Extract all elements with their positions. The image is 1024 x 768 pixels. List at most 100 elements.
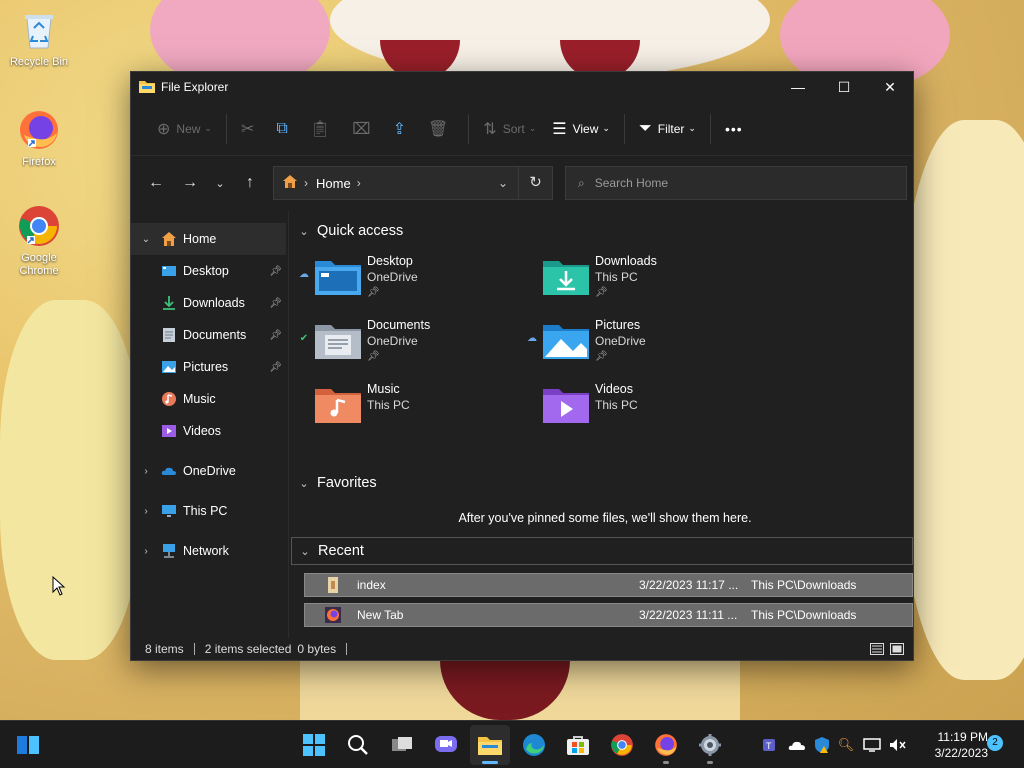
breadcrumb[interactable]: Home — [316, 176, 351, 191]
favorites-header[interactable]: ⌄ Favorites — [297, 469, 913, 497]
search-key-tray-icon[interactable]: 🔍︎ — [836, 735, 856, 755]
more-options-button[interactable]: ••• — [717, 113, 751, 145]
filter-button[interactable]: ⏷ Filter ⌄ — [631, 113, 704, 145]
taskbar-start-icon[interactable] — [294, 725, 334, 765]
sidebar-item-videos[interactable]: Videos — [131, 415, 288, 447]
expand-chevron-icon[interactable]: › — [139, 506, 153, 517]
pin-icon: 📌︎ — [367, 287, 380, 298]
sort-button[interactable]: ⇅ Sort ⌄ — [475, 113, 544, 145]
download-icon — [163, 296, 175, 310]
edge-icon[interactable] — [514, 725, 554, 765]
expand-chevron-icon[interactable]: › — [139, 466, 153, 477]
clock[interactable]: 11:19 PM 3/22/2023 — [916, 729, 988, 761]
quick-access-item[interactable]: ☁ Pictures OneDrive 📌︎ — [525, 317, 745, 373]
desktop-icon-recycle-bin[interactable]: Recycle Bin — [4, 8, 74, 69]
quick-access-header[interactable]: ⌄ Quick access — [297, 217, 913, 245]
new-button[interactable]: ⊕ New ⌄ — [149, 113, 220, 145]
taskbar-search-icon[interactable] — [338, 725, 378, 765]
sidebar-item-this-pc[interactable]: › This PC — [131, 495, 288, 527]
quick-access-item[interactable]: Downloads This PC 📌︎ — [525, 253, 745, 309]
close-button[interactable]: ✕ — [867, 72, 913, 102]
breadcrumb-separator-icon[interactable]: › — [357, 176, 361, 190]
quick-access-item[interactable]: ☁ Desktop OneDrive 📌︎ — [297, 253, 517, 309]
task-view-icon[interactable] — [382, 725, 422, 765]
file-explorer-window: File Explorer — ☐ ✕ ⊕ New ⌄ ✂ ⧉ 📋︎ ⌧ ⇪ 🗑… — [130, 71, 914, 661]
recent-header[interactable]: ⌄ Recent — [291, 537, 913, 565]
address-dropdown-icon[interactable]: ⌄ — [488, 176, 518, 190]
address-bar[interactable]: › Home › ⌄ ↻ — [273, 166, 553, 200]
cut-button[interactable]: ✂ — [233, 113, 268, 145]
sidebar-item-label: Desktop — [183, 264, 229, 278]
quick-access-item[interactable]: Videos This PC — [525, 381, 745, 437]
recent-locations-chevron-icon[interactable]: ⌄ — [205, 168, 235, 198]
quick-access-location: OneDrive — [595, 334, 646, 348]
synced-check-icon: ✔ — [299, 333, 309, 344]
maximize-button[interactable]: ☐ — [821, 72, 867, 102]
back-arrow-icon[interactable]: ← — [141, 168, 171, 198]
search-box[interactable]: ⌕ — [565, 166, 907, 200]
sidebar-item-pictures[interactable]: Pictures 📌︎ — [131, 351, 288, 383]
table-row[interactable]: index 3/22/2023 11:17 ... This PC\Downlo… — [304, 573, 913, 597]
desktop-icon-firefox[interactable]: Firefox — [4, 108, 74, 169]
forward-arrow-icon[interactable]: → — [175, 168, 205, 198]
expand-chevron-icon[interactable]: › — [139, 546, 153, 557]
quick-access-item[interactable]: ✔ Documents OneDrive 📌︎ — [297, 317, 517, 373]
title-bar[interactable]: File Explorer — ☐ ✕ — [131, 72, 913, 102]
selection-size: 0 bytes — [297, 642, 337, 656]
teams-tray-icon[interactable]: T — [762, 735, 782, 755]
chevron-down-icon: ⌄ — [204, 123, 212, 133]
videos-folder-icon — [543, 389, 589, 423]
firefox-icon[interactable] — [646, 725, 686, 765]
view-button[interactable]: ☰ View ⌄ — [544, 113, 618, 145]
quick-access-name: Downloads — [595, 254, 657, 268]
file-location: This PC\Downloads — [751, 608, 857, 622]
volume-muted-icon[interactable] — [888, 735, 908, 755]
search-icon — [348, 735, 368, 755]
share-button[interactable]: ⇪ — [385, 113, 420, 145]
table-row[interactable]: New Tab 3/22/2023 11:11 ... This PC\Down… — [304, 603, 913, 627]
status-bar: 8 items 2 items selected 0 bytes — [131, 638, 913, 660]
section-title: Favorites — [317, 475, 377, 491]
sidebar-item-network[interactable]: › Network — [131, 535, 288, 567]
start-button[interactable] — [8, 725, 48, 765]
search-input[interactable] — [594, 176, 875, 190]
desktop-icon-label: Recycle Bin — [9, 56, 69, 68]
sidebar-item-music[interactable]: Music — [131, 383, 288, 415]
collapse-chevron-icon[interactable]: ⌄ — [139, 234, 153, 245]
plus-circle-icon: ⊕ — [157, 120, 171, 138]
sidebar-item-onedrive[interactable]: › OneDrive — [131, 455, 288, 487]
chevron-down-icon: ⌄ — [688, 123, 696, 133]
security-warning-icon[interactable] — [812, 735, 832, 755]
sidebar-item-downloads[interactable]: Downloads 📌︎ — [131, 287, 288, 319]
large-icons-view-icon[interactable] — [887, 640, 907, 658]
onedrive-tray-icon[interactable] — [787, 735, 807, 755]
sidebar-item-desktop[interactable]: Desktop 📌︎ — [131, 255, 288, 287]
desktop-icon-label: Google Chrome — [19, 252, 59, 277]
file-explorer-taskbar-icon[interactable] — [470, 725, 510, 765]
up-arrow-icon[interactable]: ↑ — [235, 168, 265, 198]
file-date: 3/22/2023 11:11 ... — [639, 608, 738, 622]
sort-icon: ⇅ — [483, 120, 497, 138]
pin-icon: 📌︎ — [269, 329, 282, 341]
pin-icon: 📌︎ — [595, 287, 608, 298]
settings-icon[interactable] — [690, 725, 730, 765]
wallpaper-shape — [900, 120, 1024, 680]
notification-badge[interactable]: 2 — [987, 735, 1003, 751]
details-view-icon[interactable] — [867, 640, 887, 658]
rename-button[interactable]: ⌧ — [344, 113, 384, 145]
delete-button[interactable]: 🗑︎ — [420, 113, 462, 145]
chrome-icon[interactable] — [602, 725, 642, 765]
folder-icon — [139, 79, 155, 96]
network-tray-icon[interactable] — [862, 735, 882, 755]
desktop-icon-chrome[interactable]: Google Chrome — [4, 204, 74, 278]
paste-button[interactable]: 📋︎ — [302, 113, 344, 145]
minimize-button[interactable]: — — [775, 72, 821, 102]
sidebar-item-home[interactable]: ⌄ Home — [131, 223, 286, 255]
sidebar-item-documents[interactable]: Documents 📌︎ — [131, 319, 288, 351]
chat-icon[interactable] — [426, 725, 466, 765]
store-icon[interactable] — [558, 725, 598, 765]
copy-button[interactable]: ⧉ — [268, 113, 301, 145]
toolbar-divider — [623, 113, 625, 144]
quick-access-item[interactable]: Music This PC — [297, 381, 517, 437]
refresh-icon[interactable]: ↻ — [518, 167, 552, 199]
